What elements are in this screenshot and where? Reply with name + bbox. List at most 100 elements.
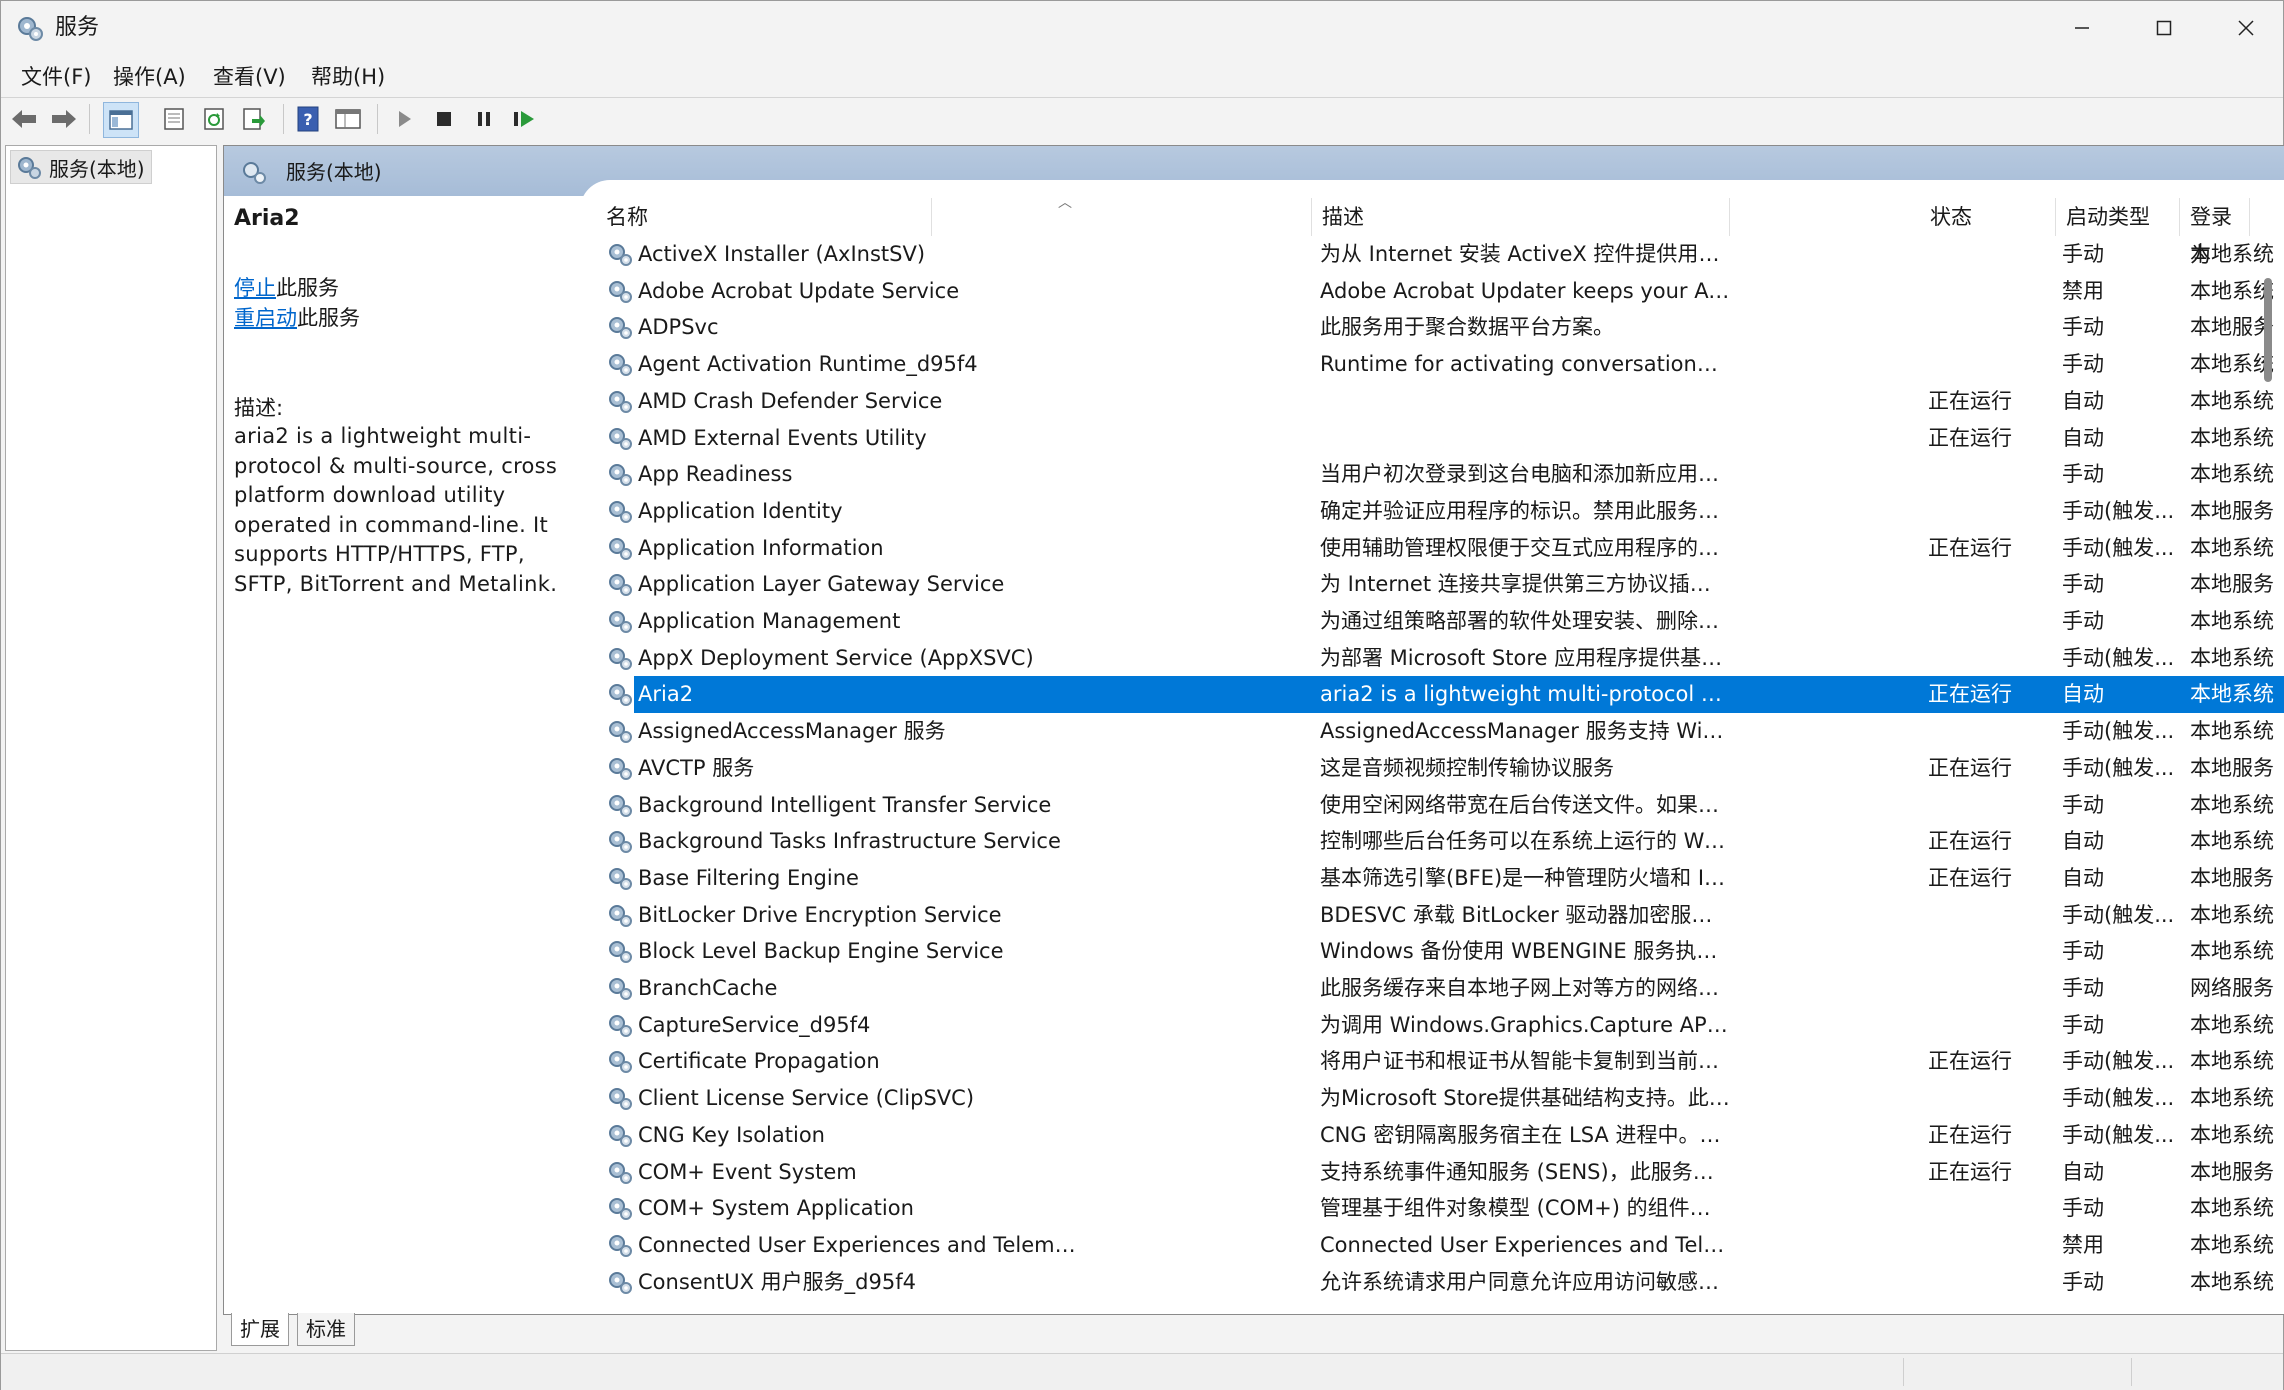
table-row[interactable]: CNG Key Isolation CNG 密钥隔离服务宿主在 LSA 进程中。如… [596, 1117, 2284, 1154]
table-row[interactable]: COM+ System Application 管理基于组件对象模型 (COM+)… [596, 1190, 2284, 1227]
properties-button[interactable] [157, 102, 191, 136]
service-status-cell: 正在运行 [1928, 535, 2012, 560]
service-gear-icon [606, 607, 634, 635]
panel-header-title: 服务(本地) [286, 160, 382, 184]
description-text: aria2 is a lightweight multi-protocol & … [234, 424, 558, 596]
close-button[interactable] [2205, 1, 2284, 55]
service-desc-cell [1320, 420, 1730, 457]
table-row[interactable]: Connected User Experiences and Telemetry… [596, 1227, 2284, 1264]
service-desc-cell: 允许系统请求用户同意允许应用访问敏感资源和信息，如设备... [1320, 1269, 1730, 1294]
menu-file[interactable]: 文件(F) [13, 61, 99, 93]
service-desc-cell: 当用户初次登录到这台电脑和添加新应用时，使应用进入就绪... [1320, 462, 1730, 487]
service-status-cell [1928, 933, 2018, 970]
tab-standard[interactable]: 标准 [297, 1313, 355, 1346]
table-row[interactable]: ADPSvc 此服务用于聚合数据平台方案。 手动 本地服务 [596, 309, 2284, 346]
help-button[interactable]: ? [291, 102, 325, 136]
maximize-icon [2156, 20, 2172, 36]
console-view-button[interactable] [331, 102, 365, 136]
table-row[interactable]: Background Intelligent Transfer Service 使… [596, 787, 2284, 824]
table-row[interactable]: AssignedAccessManager 服务 AssignedAccessMa… [596, 713, 2284, 750]
table-row[interactable]: AMD External Events Utility 正在运行 自动 本地系统 [596, 420, 2284, 457]
table-row[interactable]: Application Information 使用辅助管理权限便于交互式应用程序… [596, 530, 2284, 567]
table-row[interactable]: BranchCache 此服务缓存来自本地子网上对等方的网络内容。 手动 网络服务 [596, 970, 2284, 1007]
table-row[interactable]: Application Identity 确定并验证应用程序的标识。禁用此服务将阻… [596, 493, 2284, 530]
restart-service-button[interactable] [507, 102, 541, 136]
service-desc-cell: AssignedAccessManager 服务支持 Windows 中的展台体… [1320, 719, 1730, 744]
table-row[interactable]: Client License Service (ClipSVC) 为Microso… [596, 1080, 2284, 1117]
table-row[interactable]: COM+ Event System 支持系统事件通知服务 (SENS)，此服务为订… [596, 1154, 2284, 1191]
service-gear-icon [606, 717, 634, 745]
table-row[interactable]: AppX Deployment Service (AppXSVC) 为部署 Mic… [596, 640, 2284, 677]
toolbar-separator [283, 104, 284, 134]
table-row[interactable]: BitLocker Drive Encryption Service BDESVC… [596, 897, 2284, 934]
service-gear-icon [606, 570, 634, 598]
service-desc-cell: 基本筛选引擎(BFE)是一种管理防火墙和 Internet 协议安全(IPs..… [1320, 865, 1730, 890]
service-desc-cell: 为Microsoft Store提供基础结构支持。此服务按需启动，如果... [1320, 1086, 1730, 1111]
start-service-button[interactable] [387, 102, 421, 136]
service-startup-cell: 手动 [2062, 609, 2104, 633]
table-row[interactable]: Certificate Propagation 将用户证书和根证书从智能卡复制到当… [596, 1043, 2284, 1080]
service-startup-cell: 手动 [2062, 939, 2104, 964]
service-desc-cell: 支持系统事件通知服务 (SENS)，此服务为订阅的组件对象模... [1320, 1159, 1730, 1184]
table-row[interactable]: Block Level Backup Engine Service Windows… [596, 933, 2284, 970]
scrollbar-thumb[interactable] [2264, 278, 2272, 382]
table-row[interactable]: Adobe Acrobat Update Service Adobe Acroba… [596, 273, 2284, 310]
maximize-button[interactable] [2123, 1, 2205, 55]
export-list-button[interactable] [237, 102, 271, 136]
table-row[interactable]: ConsentUX 用户服务_d95f4 允许系统请求用户同意允许应用访问敏感资源… [596, 1264, 2284, 1301]
column-header-desc[interactable]: 描述 [1312, 198, 1730, 236]
column-header-logon[interactable]: 登录为 [2180, 198, 2250, 267]
service-gear-icon [606, 901, 634, 929]
service-status-cell [1928, 713, 2018, 750]
table-row[interactable]: ActiveX Installer (AxInstSV) 为从 Internet … [596, 236, 2284, 273]
service-status-cell [1928, 1007, 2018, 1044]
refresh-button[interactable] [197, 102, 231, 136]
service-startup-cell: 手动(触发... [2062, 1086, 2175, 1111]
tree-node-services-local[interactable]: 服务(本地) [10, 150, 152, 184]
forward-button[interactable] [47, 102, 81, 136]
service-name-cell: Background Tasks Infrastructure Service [638, 829, 1061, 854]
back-icon [12, 110, 36, 128]
show-hide-tree-button[interactable] [103, 102, 139, 138]
table-row[interactable]: Agent Activation Runtime_d95f4 Runtime fo… [596, 346, 2284, 383]
back-button[interactable] [7, 102, 41, 136]
tab-extended[interactable]: 扩展 [231, 1313, 289, 1346]
table-row[interactable]: Aria2 aria2 is a lightweight multi-protoc… [596, 676, 2284, 714]
vertical-scrollbar[interactable] [2254, 198, 2282, 1308]
table-row[interactable]: Background Tasks Infrastructure Service 控… [596, 823, 2284, 860]
service-status-cell [1928, 640, 2018, 677]
service-name-cell: AssignedAccessManager 服务 [638, 719, 946, 744]
service-status-cell: 正在运行 [1928, 1049, 2012, 1074]
toolbar-separator [377, 104, 378, 134]
stop-service-icon [437, 112, 451, 126]
column-header-startup[interactable]: 启动类型 [2056, 198, 2180, 236]
service-desc-cell: 为从 Internet 安装 ActiveX 控件提供用户帐户控制验证，并基..… [1320, 242, 1730, 266]
pause-service-icon [478, 112, 490, 126]
menu-action[interactable]: 操作(A) [105, 61, 194, 93]
table-row[interactable]: AMD Crash Defender Service 正在运行 自动 本地系统 [596, 383, 2284, 420]
service-name-cell: App Readiness [638, 462, 793, 487]
table-row[interactable]: AVCTP 服务 这是音频视频控制传输协议服务 正在运行 手动(触发... 本地服务 [596, 750, 2284, 787]
stop-service-link[interactable]: 停止 [234, 276, 276, 300]
service-startup-cell: 手动 [2062, 572, 2104, 597]
column-header-status[interactable]: 状态 [1920, 198, 2056, 236]
menu-help[interactable]: 帮助(H) [303, 61, 393, 93]
table-row[interactable]: Application Management 为通过组策略部署的软件处理安装、删除… [596, 603, 2284, 640]
services-gear-icon [18, 17, 43, 41]
table-row[interactable]: CaptureService_d95f4 为调用 Windows.Graphics… [596, 1007, 2284, 1044]
menu-view[interactable]: 查看(V) [205, 61, 294, 93]
description-label: 描述: [234, 396, 284, 420]
service-name-cell: ConsentUX 用户服务_d95f4 [638, 1269, 916, 1294]
service-status-cell [1928, 1080, 2018, 1117]
stop-service-button[interactable] [427, 102, 461, 136]
table-row[interactable]: App Readiness 当用户初次登录到这台电脑和添加新应用时，使应用进入就绪… [596, 456, 2284, 493]
minimize-button[interactable] [2041, 1, 2123, 55]
table-row[interactable]: Base Filtering Engine 基本筛选引擎(BFE)是一种管理防火墙… [596, 860, 2284, 897]
service-startup-cell: 手动(触发... [2062, 719, 2175, 744]
service-gear-icon [606, 1047, 634, 1075]
pause-service-button[interactable] [467, 102, 501, 136]
table-row[interactable]: Application Layer Gateway Service 为 Inter… [596, 566, 2284, 603]
service-status-cell [1928, 493, 2018, 530]
restart-service-link[interactable]: 重启动 [234, 306, 297, 330]
service-name-cell: COM+ System Application [638, 1196, 914, 1221]
